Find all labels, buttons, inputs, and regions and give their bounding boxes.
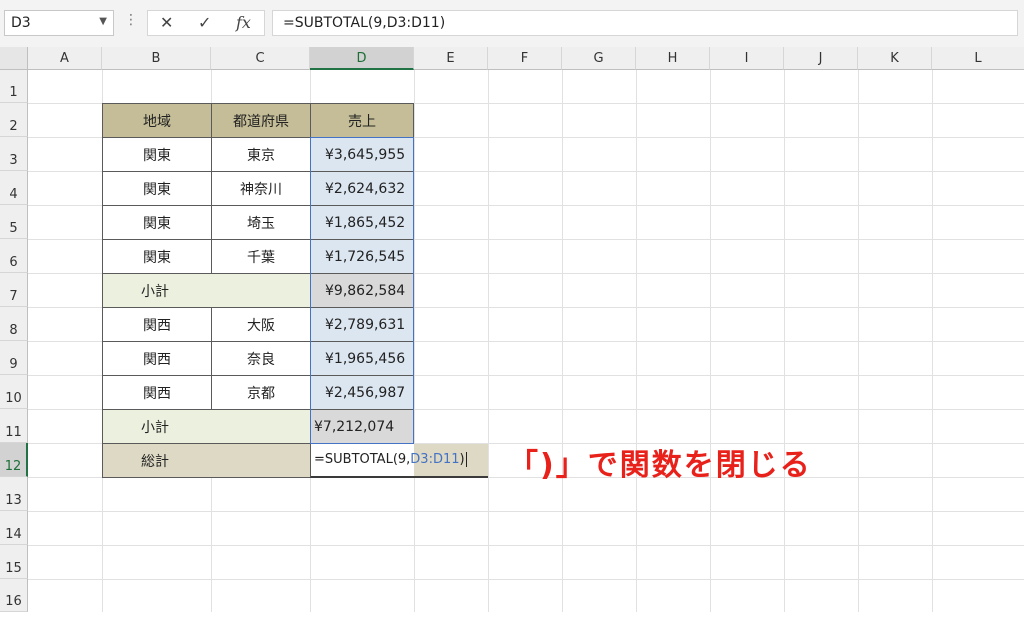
- cell-sales[interactable]: ¥3,645,955: [310, 137, 414, 172]
- cell-sales[interactable]: ¥1,865,452: [310, 205, 414, 240]
- subtotal-label[interactable]: 小計: [102, 273, 311, 308]
- cell-sales[interactable]: ¥2,456,987: [310, 375, 414, 410]
- formula-input[interactable]: =SUBTOTAL(9,D3:D11): [272, 10, 1018, 36]
- col-header-e[interactable]: E: [414, 47, 488, 70]
- row-header-13[interactable]: 13: [0, 477, 28, 511]
- vertical-dots-icon[interactable]: ⋮: [124, 12, 138, 28]
- row-header-9[interactable]: 9: [0, 341, 28, 375]
- subtotal-sales[interactable]: ¥7,212,074: [310, 409, 414, 444]
- chevron-down-icon[interactable]: ▼: [99, 16, 107, 27]
- row-header-15[interactable]: 15: [0, 545, 28, 579]
- formula-range-ref: D3:D11: [410, 452, 460, 467]
- row-header-3[interactable]: 3: [0, 137, 28, 171]
- row-header-6[interactable]: 6: [0, 239, 28, 273]
- row-header-11[interactable]: 11: [0, 409, 28, 443]
- col-header-h[interactable]: H: [636, 47, 710, 70]
- cell-region[interactable]: 関西: [102, 307, 212, 342]
- col-header-k[interactable]: K: [858, 47, 932, 70]
- text-cursor: [465, 452, 467, 467]
- col-header-i[interactable]: I: [710, 47, 784, 70]
- col-header-f[interactable]: F: [488, 47, 562, 70]
- name-box[interactable]: D3 ▼: [4, 10, 114, 36]
- cell-sales[interactable]: ¥1,965,456: [310, 341, 414, 376]
- formula-buttons: ✕ ✓ fx: [147, 10, 265, 36]
- row-header-4[interactable]: 4: [0, 171, 28, 205]
- col-header-d[interactable]: D: [310, 47, 414, 70]
- annotation-text: 「)」で関数を閉じる: [508, 448, 812, 483]
- row-header-7[interactable]: 7: [0, 273, 28, 307]
- cell-sales[interactable]: ¥2,624,632: [310, 171, 414, 206]
- row-header-16[interactable]: 16: [0, 579, 28, 612]
- cell-sales[interactable]: ¥1,726,545: [310, 239, 414, 274]
- cell-prefecture[interactable]: 埼玉: [211, 205, 311, 240]
- subtotal-label[interactable]: 小計: [102, 409, 311, 444]
- cell-prefecture[interactable]: 京都: [211, 375, 311, 410]
- cell-prefecture[interactable]: 奈良: [211, 341, 311, 376]
- formula-bar: D3 ▼ ⋮ ✕ ✓ fx =SUBTOTAL(9,D3:D11): [0, 0, 1024, 47]
- formula-text: =SUBTOTAL(9,D3:D11): [283, 15, 446, 31]
- subtotal-sales[interactable]: ¥9,862,584: [310, 273, 414, 308]
- header-region[interactable]: 地域: [102, 103, 212, 138]
- col-header-l[interactable]: L: [932, 47, 1024, 70]
- fx-icon[interactable]: fx: [236, 13, 251, 32]
- cell-prefecture[interactable]: 千葉: [211, 239, 311, 274]
- cell-prefecture[interactable]: 東京: [211, 137, 311, 172]
- col-header-c[interactable]: C: [211, 47, 310, 70]
- header-prefecture[interactable]: 都道府県: [211, 103, 311, 138]
- header-sales[interactable]: 売上: [310, 103, 414, 138]
- row-header-2[interactable]: 2: [0, 103, 28, 137]
- name-box-value: D3: [11, 15, 31, 31]
- select-all-corner[interactable]: [0, 47, 28, 70]
- row-header-14[interactable]: 14: [0, 511, 28, 545]
- formula-suffix: ): [459, 452, 465, 467]
- cancel-icon[interactable]: ✕: [160, 13, 173, 32]
- row-header-12[interactable]: 12: [0, 443, 28, 477]
- row-header-8[interactable]: 8: [0, 307, 28, 341]
- col-header-g[interactable]: G: [562, 47, 636, 70]
- cell-region[interactable]: 関東: [102, 239, 212, 274]
- cell-region[interactable]: 関東: [102, 205, 212, 240]
- cell-prefecture[interactable]: 神奈川: [211, 171, 311, 206]
- col-header-b[interactable]: B: [102, 47, 211, 70]
- row-header-10[interactable]: 10: [0, 375, 28, 409]
- cell-region[interactable]: 関西: [102, 375, 212, 410]
- row-header-1[interactable]: 1: [0, 70, 28, 103]
- total-label[interactable]: 総計: [102, 443, 311, 478]
- enter-icon[interactable]: ✓: [198, 13, 211, 32]
- cell-prefecture[interactable]: 大阪: [211, 307, 311, 342]
- cell-region[interactable]: 関西: [102, 341, 212, 376]
- cell-region[interactable]: 関東: [102, 171, 212, 206]
- cell-region[interactable]: 関東: [102, 137, 212, 172]
- formula-prefix: =SUBTOTAL(9,: [314, 452, 411, 467]
- total-formula-cell[interactable]: =SUBTOTAL(9, D3:D11): [310, 443, 488, 478]
- row-header-5[interactable]: 5: [0, 205, 28, 239]
- col-header-j[interactable]: J: [784, 47, 858, 70]
- col-header-a[interactable]: A: [28, 47, 102, 70]
- cell-sales[interactable]: ¥2,789,631: [310, 307, 414, 342]
